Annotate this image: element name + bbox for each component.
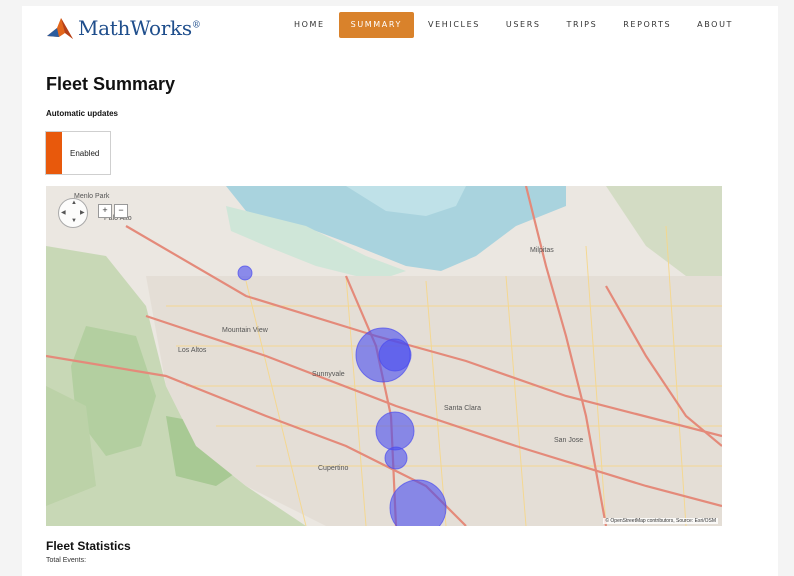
vehicle-marker[interactable] — [375, 411, 415, 451]
place-label: Sunnyvale — [312, 371, 345, 378]
zoom-controls: + − — [98, 204, 128, 218]
main-nav: HOME SUMMARY VEHICLES USERS TRIPS REPORTS ABOU… — [282, 12, 747, 38]
automatic-updates-label: Automatic updates — [46, 109, 119, 118]
place-label: Santa Clara — [444, 405, 481, 412]
map-canvas[interactable]: Menlo Park Palo Alto Mountain View Los A… — [46, 186, 722, 526]
zoom-in-button[interactable]: + — [98, 204, 112, 218]
automatic-updates-toggle[interactable]: Enabled — [45, 131, 111, 175]
page-title: Fleet Summary — [46, 74, 176, 94]
place-label: Milpitas — [530, 247, 554, 254]
mathworks-membrane-icon — [47, 18, 73, 39]
nav-item-users[interactable]: USERS — [494, 12, 553, 38]
nav-item-trips[interactable]: TRIPS — [555, 12, 610, 38]
toggle-indicator — [46, 132, 62, 174]
nav-item-vehicles[interactable]: VEHICLES — [416, 12, 492, 38]
vehicle-marker[interactable] — [237, 265, 253, 281]
map-attribution[interactable]: © OpenStreetMap contributors, Source: Es… — [603, 518, 718, 524]
vehicle-marker[interactable] — [378, 338, 412, 372]
nav-item-reports[interactable]: REPORTS — [611, 12, 683, 38]
vehicle-marker[interactable] — [384, 446, 408, 470]
place-label: Mountain View — [222, 327, 269, 334]
place-label: San Jose — [554, 437, 583, 444]
place-label: Cupertino — [318, 465, 348, 472]
pan-control[interactable]: ▲ ▼ ◀ ▶ — [58, 198, 88, 228]
nav-item-summary[interactable]: SUMMARY — [338, 12, 415, 38]
brand-name: MathWorks® — [78, 16, 201, 40]
toggle-status: Enabled — [70, 148, 100, 158]
window-left-edge — [0, 0, 22, 576]
zoom-out-button[interactable]: − — [114, 204, 128, 218]
page: MathWorks® HOME SUMMARY VEHICLES USERS TRIPS… — [30, 6, 778, 576]
place-label: Los Altos — [178, 347, 207, 354]
fleet-map[interactable]: Menlo Park Palo Alto Mountain View Los A… — [46, 186, 722, 526]
nav-item-about[interactable]: ABOUT — [685, 12, 745, 38]
total-events-label: Total Events: — [46, 557, 87, 564]
nav-item-home[interactable]: HOME — [282, 12, 337, 38]
brand-logo[interactable]: MathWorks® — [46, 13, 201, 43]
fleet-statistics-title: Fleet Statistics — [46, 539, 131, 553]
